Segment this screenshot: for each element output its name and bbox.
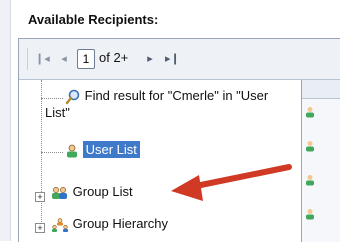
- user-icon: [306, 141, 314, 152]
- tree-item-label: User List: [82, 141, 140, 158]
- user-icon: [306, 175, 314, 186]
- tree-connector: [41, 152, 63, 153]
- recipient-list-column: [302, 80, 340, 242]
- next-page-icon[interactable]: ▸: [143, 49, 157, 69]
- tree-connector: [41, 98, 63, 99]
- tree-item-label: Find result for "Cmerle" in "User: [84, 88, 269, 103]
- expand-icon[interactable]: +: [35, 223, 45, 233]
- tree-item-search-result[interactable]: Find result for "Cmerle" in "User List": [45, 88, 269, 120]
- user-icon: [306, 107, 314, 118]
- tree-item-group-list[interactable]: Group List: [51, 184, 133, 200]
- user-icon: [67, 144, 77, 158]
- group-icon: [52, 186, 67, 199]
- page-count-label: of 2+: [99, 50, 129, 65]
- last-page-icon[interactable]: ▸❙: [165, 49, 180, 69]
- expand-icon[interactable]: +: [35, 192, 45, 202]
- pager-separator: [27, 48, 28, 70]
- tree-item-user-list[interactable]: User List: [65, 141, 140, 158]
- left-border: [0, 0, 11, 241]
- first-page-icon[interactable]: ❙◂: [35, 49, 50, 69]
- tree-item-group-hierarchy[interactable]: Group Hierarchy: [51, 216, 168, 232]
- section-title: Available Recipients:: [28, 12, 159, 27]
- recipient-tree: Find result for "Cmerle" in "User List" …: [19, 80, 302, 242]
- tree-item-label: Group Hierarchy: [72, 216, 168, 231]
- pager-toolbar: ❙◂ ◂ 1 of 2+ ▸ ▸❙: [19, 39, 340, 80]
- hierarchy-icon: [52, 217, 68, 232]
- tree-item-label: Group List: [72, 184, 133, 199]
- prev-page-icon[interactable]: ◂: [57, 49, 71, 69]
- recipients-panel: ❙◂ ◂ 1 of 2+ ▸ ▸❙ Find result for "Cmerl…: [18, 38, 340, 242]
- column-header: [302, 80, 340, 99]
- annotation-arrow: [171, 164, 292, 201]
- tree-connector: [41, 80, 42, 230]
- tree-item-label-continued: List": [45, 104, 70, 120]
- search-icon: [65, 89, 80, 104]
- page-number-input[interactable]: 1: [77, 49, 95, 69]
- user-icon: [306, 209, 314, 220]
